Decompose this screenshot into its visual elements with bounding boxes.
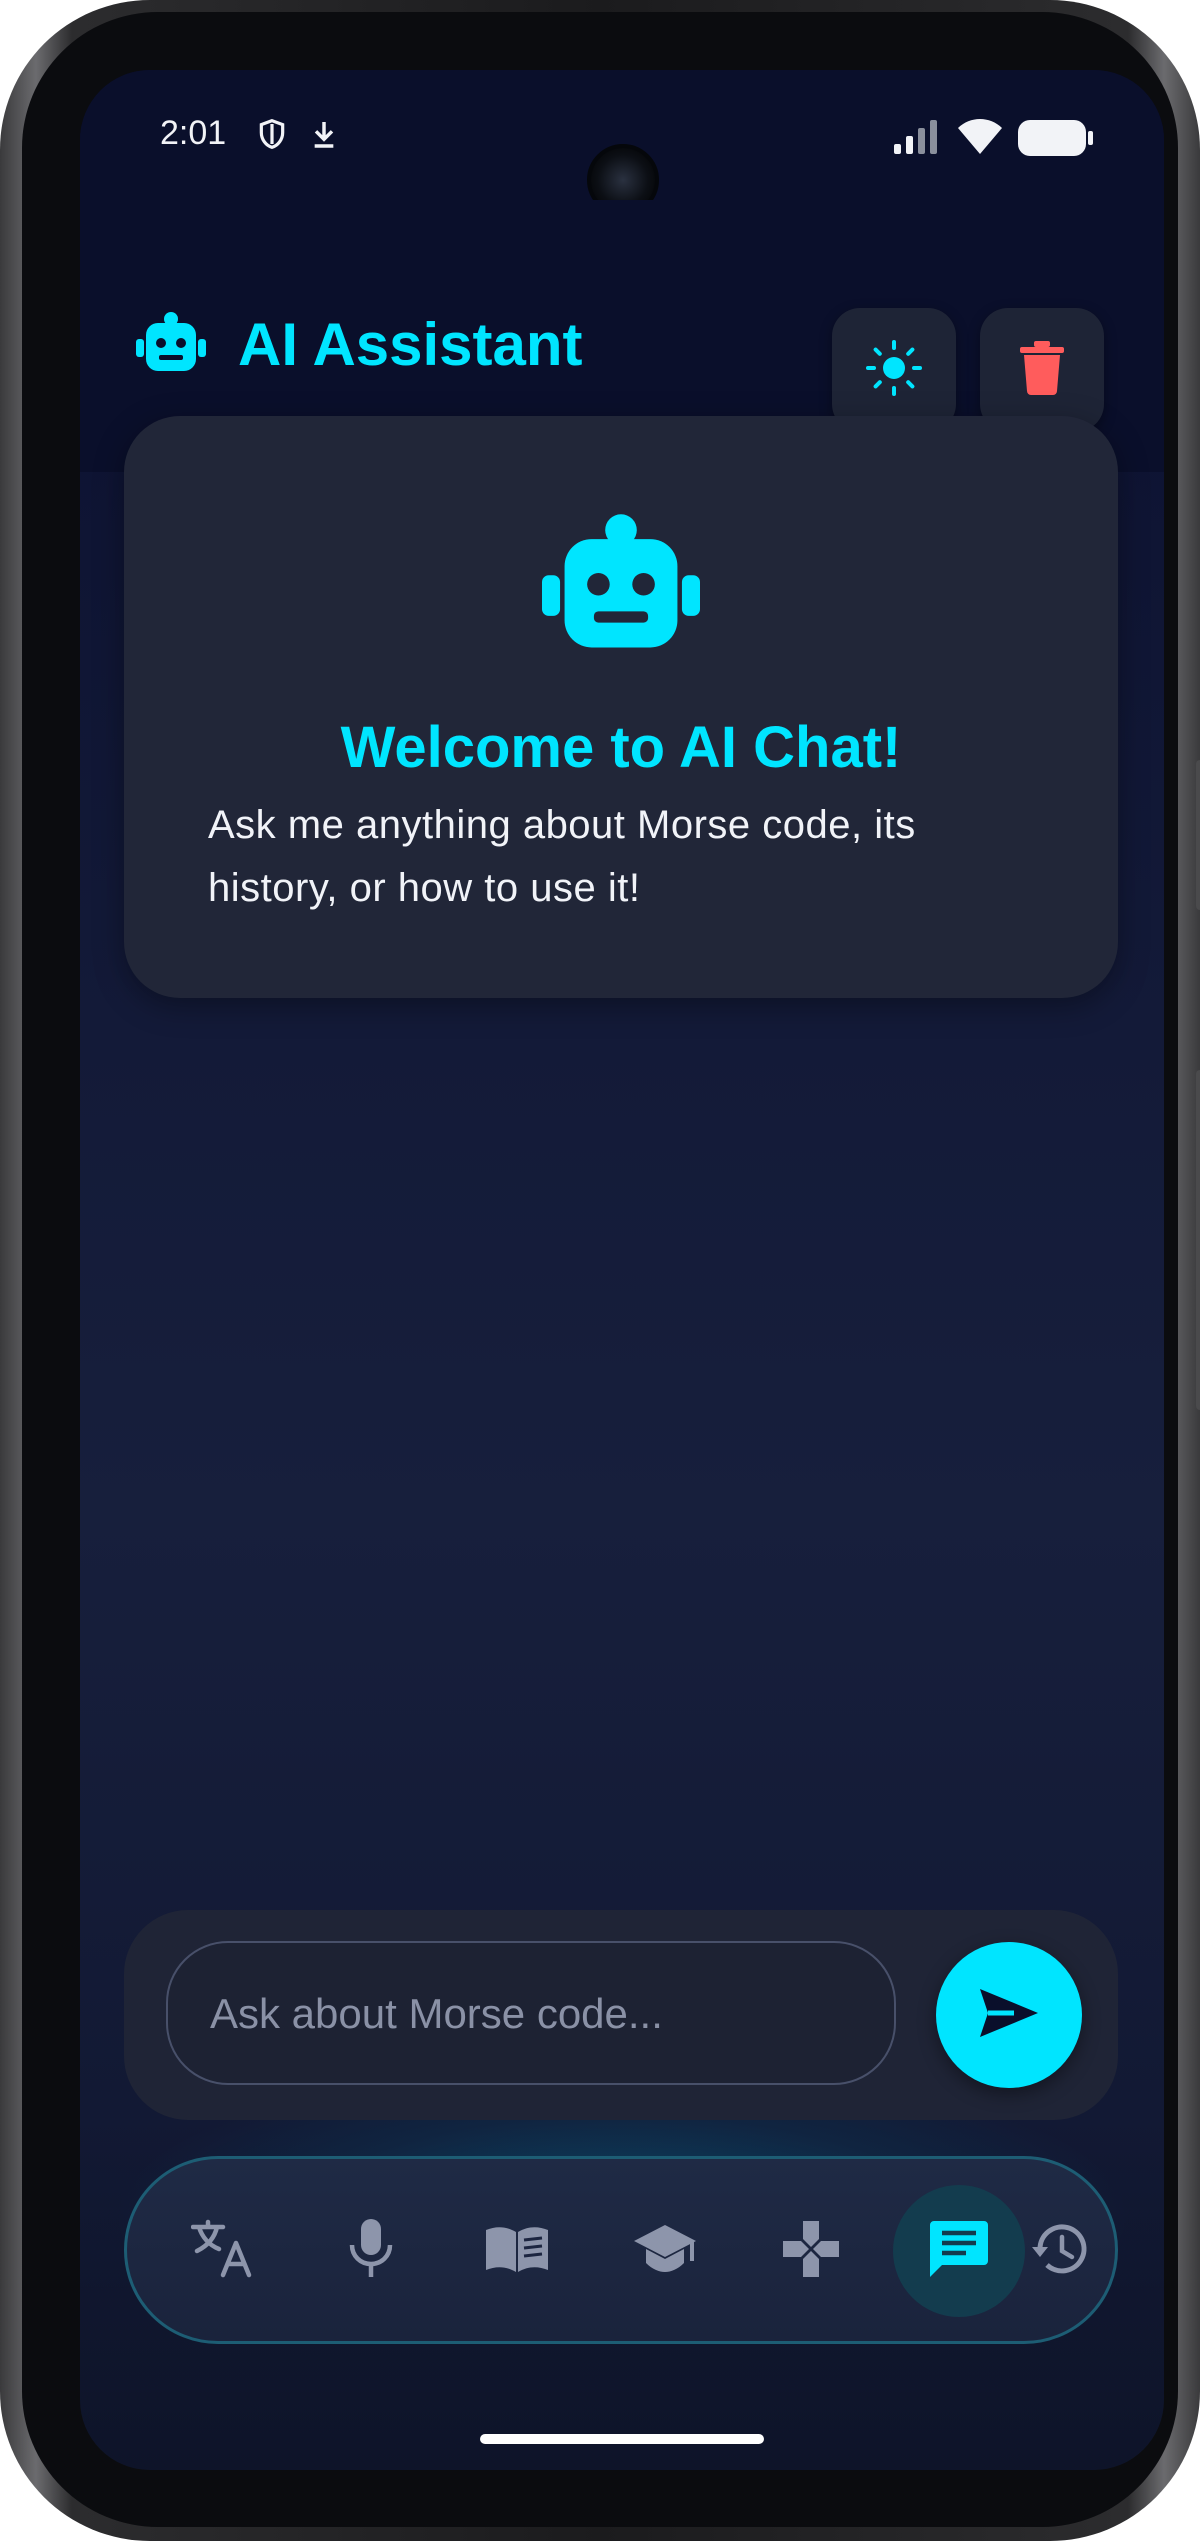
history-icon: [1030, 2223, 1088, 2280]
battery-icon: [1018, 120, 1094, 161]
app-title-group: AI Assistant: [136, 310, 583, 379]
theme-toggle-button[interactable]: [832, 308, 956, 432]
nav-games[interactable]: [759, 2199, 863, 2303]
signal-icon: [892, 120, 940, 159]
graduation-cap-icon: [632, 2223, 698, 2280]
send-button[interactable]: [936, 1942, 1082, 2088]
sun-icon: [864, 338, 924, 403]
nav-voice[interactable]: [319, 2199, 423, 2303]
home-indicator[interactable]: [480, 2434, 764, 2444]
nav-translate[interactable]: [171, 2199, 275, 2303]
phone-frame: 2:01 AI Assistant Welcome to AI Chat! As…: [0, 0, 1200, 2541]
volume-button: [1196, 1070, 1200, 1410]
send-icon: [978, 1987, 1040, 2044]
microphone-icon: [349, 2218, 393, 2284]
chat-input[interactable]: [208, 1943, 852, 2085]
download-icon: [308, 116, 340, 157]
nav-history[interactable]: [1007, 2199, 1111, 2303]
status-time: 2:01: [160, 114, 227, 152]
screen: 2:01 AI Assistant Welcome to AI Chat! As…: [80, 70, 1164, 2470]
welcome-card: Welcome to AI Chat! Ask me anything abou…: [124, 416, 1118, 998]
book-icon: [484, 2224, 550, 2279]
clear-chat-button[interactable]: [980, 308, 1104, 432]
page-title: AI Assistant: [238, 311, 583, 378]
chat-icon: [928, 2219, 990, 2284]
welcome-text: Ask me anything about Morse code, its hi…: [208, 803, 916, 910]
wifi-icon: [958, 118, 1002, 159]
nav-reference[interactable]: [465, 2199, 569, 2303]
bottom-nav: [124, 2156, 1118, 2344]
phone-bezel: 2:01 AI Assistant Welcome to AI Chat! As…: [22, 12, 1178, 2527]
robot-icon: [542, 512, 700, 657]
power-button: [1196, 760, 1200, 910]
robot-icon: [136, 311, 206, 378]
chat-input-wrapper: [166, 1941, 896, 2085]
shield-icon: [256, 116, 288, 157]
gamepad-icon: [781, 2219, 841, 2284]
trash-icon: [1020, 340, 1064, 400]
nav-chat[interactable]: [893, 2185, 1025, 2317]
nav-learn[interactable]: [613, 2199, 717, 2303]
chat-input-card: [124, 1910, 1118, 2120]
translate-icon: [190, 2219, 255, 2284]
welcome-title: Welcome to AI Chat!: [340, 715, 902, 780]
